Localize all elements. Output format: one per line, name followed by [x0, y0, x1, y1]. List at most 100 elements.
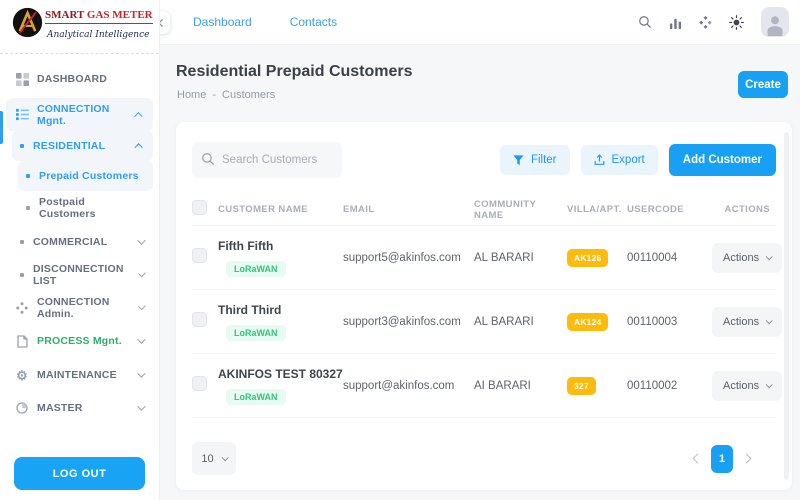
topnav-link-dashboard[interactable]: Dashboard	[193, 15, 252, 29]
sidebar-item-connection-admin[interactable]: CONNECTION Admin.	[6, 293, 153, 323]
sidebar-item-residential[interactable]: RESIDENTIAL	[12, 131, 153, 161]
current-page-button[interactable]: 1	[711, 445, 733, 473]
lorawan-badge: LoRaWAN	[226, 389, 286, 405]
row-actions-button[interactable]: Actions	[712, 371, 782, 401]
table-toolbar: Filter Export Add Customer	[192, 142, 776, 178]
villa-badge: 327	[567, 377, 596, 395]
lorawan-badge: LoRaWAN	[226, 325, 286, 341]
page-title: Residential Prepaid Customers	[176, 63, 413, 81]
bullet-icon	[26, 174, 30, 178]
sidebar-item-process-mgnt[interactable]: PROCESS Mgnt.	[6, 326, 153, 356]
chevron-down-icon	[137, 236, 145, 244]
apps-dots-icon[interactable]	[699, 16, 712, 29]
sidebar-item-postpaid-customers[interactable]: Postpaid Customers	[18, 193, 153, 223]
col-usercode: USERCODE	[627, 204, 712, 215]
chevron-down-icon	[766, 381, 773, 388]
row-actions-button[interactable]: Actions	[712, 307, 782, 337]
sidebar-item-prepaid-customers[interactable]: Prepaid Customers	[18, 161, 153, 191]
connection-list-icon	[14, 108, 30, 121]
community-name: AL BARARI	[474, 252, 567, 264]
sidebar-item-label: CONNECTION Admin.	[37, 296, 138, 320]
search-field-wrap	[192, 142, 342, 178]
brand-name: SMART GAS METER	[45, 9, 153, 24]
chevron-down-icon	[137, 369, 145, 377]
sidebar-item-label: COMMERCIAL	[33, 236, 107, 248]
pagination: 1	[694, 445, 776, 473]
add-customer-button[interactable]: Add Customer	[669, 144, 776, 176]
funnel-icon	[513, 155, 524, 166]
row-checkbox[interactable]	[192, 312, 207, 327]
breadcrumb: Home - Customers	[177, 89, 275, 101]
card-scrollbar[interactable]	[784, 132, 789, 480]
villa-badge: AK126	[567, 249, 608, 267]
bullet-icon	[26, 206, 30, 210]
search-icon[interactable]	[638, 15, 652, 29]
col-actions: ACTIONS	[712, 204, 776, 215]
brand-logo: SMART GAS METER Analytical Intelligence	[0, 0, 159, 54]
chevron-down-icon	[221, 454, 228, 461]
table-row: Third Third LoRaWAN support3@akinfos.com…	[192, 290, 776, 354]
breadcrumb-customers: Customers	[222, 89, 275, 101]
breadcrumb-separator: -	[212, 89, 216, 101]
theme-sun-icon[interactable]	[729, 15, 744, 30]
villa-badge: AK124	[567, 313, 608, 331]
sphere-icon	[14, 402, 30, 414]
chevron-down-icon	[766, 253, 773, 260]
filter-button[interactable]: Filter	[500, 145, 570, 175]
chevron-down-icon	[137, 402, 145, 410]
chevron-down-icon	[138, 303, 146, 311]
usercode: 00110004	[627, 252, 712, 264]
customer-name: Fifth Fifth	[218, 239, 343, 253]
bar-chart-icon[interactable]	[669, 16, 682, 29]
create-button[interactable]: Create	[738, 71, 788, 98]
bullet-icon	[20, 240, 24, 244]
sidebar-item-maintenance[interactable]: ⚙ MAINTENANCE	[6, 360, 153, 390]
customer-email: support@akinfos.com	[343, 380, 474, 392]
row-checkbox[interactable]	[192, 376, 207, 391]
community-name: AI BARARI	[474, 380, 567, 392]
search-icon	[201, 152, 215, 171]
logout-button[interactable]: LOG OUT	[14, 457, 145, 490]
upload-icon	[594, 154, 605, 166]
customer-name: AKINFOS TEST 80327	[218, 367, 343, 381]
sidebar-item-label: RESIDENTIAL	[33, 140, 105, 152]
bullet-icon	[20, 144, 24, 148]
sidebar-item-dashboard[interactable]: DASHBOARD	[6, 64, 153, 94]
sidebar-item-label: DISCONNECTION LIST	[33, 263, 138, 287]
sidebar-item-master[interactable]: MASTER	[6, 393, 153, 423]
topnav-link-contacts[interactable]: Contacts	[290, 15, 337, 29]
scatter-dots-icon	[14, 302, 30, 314]
sidebar-item-connection-mgnt[interactable]: CONNECTION Mgnt.	[6, 98, 153, 131]
gear-icon: ⚙	[14, 369, 30, 382]
usercode: 00110002	[627, 380, 712, 392]
lorawan-badge: LoRaWAN	[226, 261, 286, 277]
sidebar-item-disconnection-list[interactable]: DISCONNECTION LIST	[12, 260, 153, 290]
breadcrumb-home[interactable]: Home	[177, 89, 206, 101]
usercode: 00110003	[627, 316, 712, 328]
customer-name: Third Third	[218, 303, 343, 317]
table-header-row: CUSTOMER NAME EMAIL COMMUNITY NAME VILLA…	[192, 194, 776, 226]
bullet-icon	[20, 273, 24, 277]
table-row: AKINFOS TEST 80327 LoRaWAN support@akinf…	[192, 354, 776, 418]
col-community-name: COMMUNITY NAME	[474, 199, 567, 221]
table-row: Fifth Fifth LoRaWAN support5@akinfos.com…	[192, 226, 776, 290]
select-all-checkbox[interactable]	[192, 200, 207, 215]
export-button[interactable]: Export	[581, 145, 658, 175]
sidebar-item-label: MASTER	[37, 402, 83, 414]
sidebar-item-label: Postpaid Customers	[39, 196, 143, 220]
next-page-icon[interactable]	[742, 454, 752, 464]
document-icon	[14, 335, 30, 348]
sidebar-item-commercial[interactable]: COMMERCIAL	[12, 227, 153, 257]
row-checkbox[interactable]	[192, 248, 207, 263]
topbar-icons	[638, 7, 800, 37]
page-size-select[interactable]: 10	[192, 442, 236, 475]
chevron-down-icon	[137, 335, 145, 343]
user-avatar[interactable]	[761, 7, 789, 37]
community-name: AL BARARI	[474, 316, 567, 328]
customers-card: Filter Export Add Customer CUSTOMER NAME…	[176, 122, 792, 490]
row-actions-button[interactable]: Actions	[712, 243, 782, 273]
col-customer-name: CUSTOMER NAME	[218, 204, 343, 215]
sidebar-menu: DASHBOARD CONNECTION Mgnt. RESIDENTIAL P…	[0, 64, 159, 423]
prev-page-icon[interactable]	[693, 454, 703, 464]
sidebar-item-label: MAINTENANCE	[37, 369, 117, 381]
